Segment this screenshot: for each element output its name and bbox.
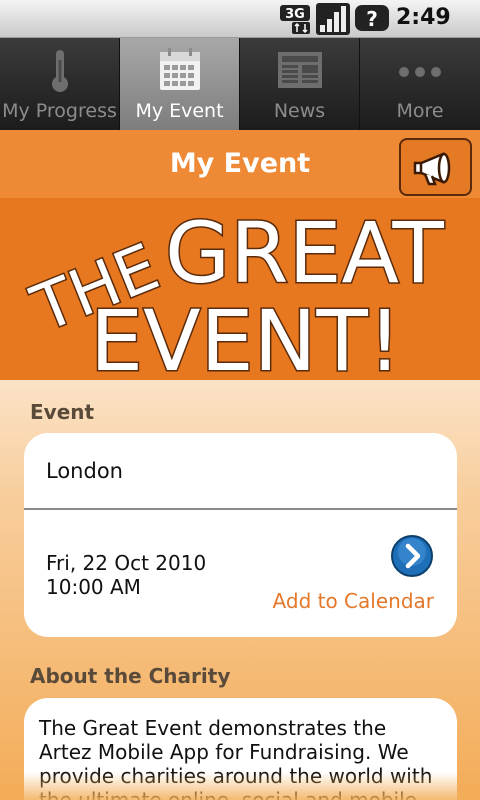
svg-text:3G: 3G [285,7,305,22]
tab-news[interactable]: News [240,38,360,130]
signal-icon [316,3,350,35]
tab-more[interactable]: More [360,38,480,130]
share-button[interactable] [399,138,472,196]
card-divider [24,508,457,510]
event-card: London Fri, 22 Oct 2010 10:00 AM Add to … [24,433,457,637]
more-dots-icon [399,67,441,77]
newspaper-icon [277,52,322,88]
tab-label: My Event [135,100,224,122]
tab-my-event[interactable]: My Event [120,38,240,130]
calendar-icon [159,48,200,90]
clock-time: 2:49 [396,5,451,30]
add-to-calendar-link[interactable]: Add to Calendar [273,589,434,613]
status-bar: 3G ? 2:49 PM [0,0,480,53]
event-datetime: Fri, 22 Oct 2010 10:00 AM [46,551,206,599]
event-location: London [46,459,123,483]
megaphone-icon [413,152,451,186]
thermometer-icon [51,50,68,92]
help-icon: ? [355,5,389,31]
event-banner: THE GREAT EVENT! [20,203,446,381]
event-header: My Event THE GREAT EVENT! [0,130,480,380]
3g-icon: 3G [280,5,310,34]
content-area: Event London Fri, 22 Oct 2010 10:00 AM A… [0,380,480,800]
svg-text:?: ? [366,7,378,31]
tab-label: News [273,100,326,122]
banner-line-2: GREAT [165,204,444,302]
tab-label: My Progress [2,100,117,122]
event-time: 10:00 AM [46,575,141,599]
charity-section-title: About the Charity [30,664,231,688]
event-section-title: Event [30,400,95,424]
scroll-fade [0,772,480,800]
banner-line-3: EVENT! [90,292,401,380]
tab-my-progress[interactable]: My Progress [0,38,120,130]
event-date: Fri, 22 Oct 2010 [46,551,207,575]
tab-label: More [396,100,444,122]
tab-bar: My Progress My Event News More [0,38,480,130]
chevron-right-icon[interactable] [390,534,434,578]
